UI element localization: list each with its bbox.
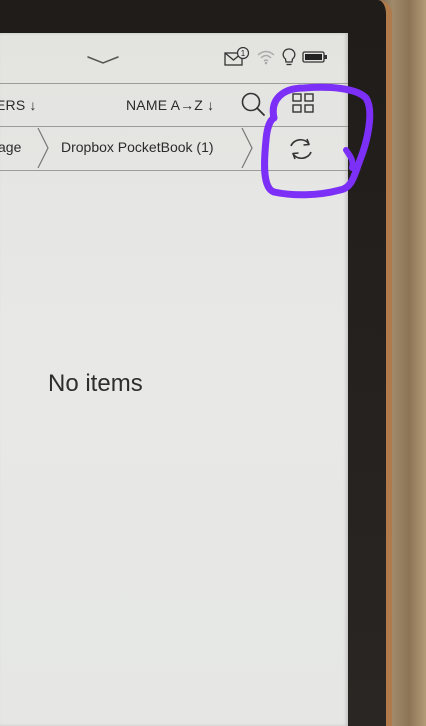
breadcrumb-item-current-folder[interactable]: Dropbox PocketBook (1) (61, 139, 214, 155)
sort-filter-dropdown[interactable]: ERS ↓ (0, 97, 37, 113)
refresh-icon[interactable] (287, 136, 315, 162)
sort-toolbar: ERS ↓ NAME A→Z ↓ (0, 83, 348, 127)
battery-icon (302, 51, 327, 63)
wifi-icon (257, 50, 275, 65)
grid-view-icon[interactable] (291, 92, 315, 114)
breadcrumb: age Dropbox PocketBook (1) (0, 126, 348, 171)
empty-state-message: No items (48, 370, 143, 397)
search-icon[interactable] (240, 91, 268, 117)
device-screen: 1 ERS ↓ NAME A→Z ↓ age Dropbox PocketBoo… (0, 33, 348, 726)
breadcrumb-separator-icon (241, 127, 253, 169)
notification-count: 1 (241, 49, 246, 58)
mail-notification-icon[interactable]: 1 (224, 47, 250, 67)
frontlight-icon[interactable] (282, 48, 296, 66)
breadcrumb-separator-icon (37, 127, 49, 169)
chevron-down-icon[interactable] (86, 55, 120, 65)
status-icons: 1 (224, 47, 328, 67)
status-bar: 1 (0, 33, 348, 81)
breadcrumb-item-storage[interactable]: age (0, 139, 21, 155)
sort-order-dropdown[interactable]: NAME A→Z ↓ (126, 97, 214, 113)
